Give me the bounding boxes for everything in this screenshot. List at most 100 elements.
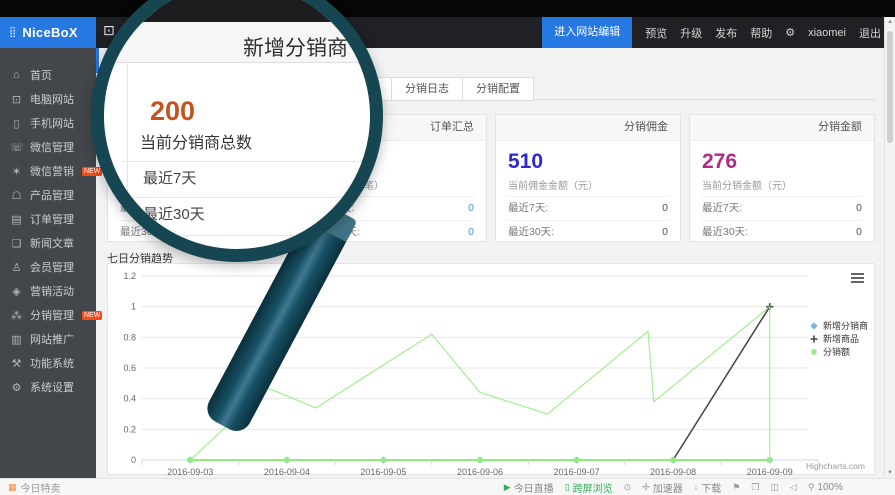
wechat-marketing-icon: ✶ <box>10 165 23 178</box>
screen: ⣿ NiceBoX ⊡ 进入网站编辑 预览升级发布帮助 ⚙ xiaomei 退出… <box>0 0 895 495</box>
sidebar-item-label: 系统设置 <box>30 379 74 395</box>
sidebar-item-10[interactable]: ⁂分销管理NEW <box>0 303 96 327</box>
bottom-tool-browser-icon[interactable]: ❐ <box>751 482 759 493</box>
sidebar-item-label: 订单管理 <box>30 211 74 227</box>
stat-card-row: 最近30天:0 <box>508 220 668 244</box>
stat-card-value: 276 <box>702 150 862 174</box>
bottom-tool-label: 加速器 <box>653 480 683 495</box>
chart-legend[interactable]: 新增分销商新增商品分销额 <box>810 320 868 357</box>
sidebar-item-label: 网站推广 <box>30 331 74 347</box>
svg-text:0.8: 0.8 <box>123 332 136 342</box>
settings-gear-icon[interactable]: ⚙ <box>785 26 795 39</box>
sidebar-item-label: 微信营销 <box>30 163 74 179</box>
today-sale-label: 今日特卖 <box>21 480 61 495</box>
sidebar-item-12[interactable]: ⚒功能系统 <box>0 351 96 375</box>
lens-divider <box>122 235 370 236</box>
sidebar-item-7[interactable]: ❏新闻文章 <box>0 231 96 255</box>
chart-menu-icon[interactable] <box>851 273 864 285</box>
function-icon: ⚒ <box>10 357 23 370</box>
row-label: 最近30天: <box>702 221 748 244</box>
scroll-down-icon[interactable]: ▼ <box>885 470 895 476</box>
bottom-tool-加速器[interactable]: ✢加速器 <box>642 480 683 495</box>
phone-icon: ▯ <box>565 482 570 493</box>
row-value: 0 <box>468 221 474 244</box>
download-icon: ↓ <box>694 482 699 492</box>
bottom-tool-mouse-icon[interactable]: ⊙ <box>624 482 632 493</box>
sidebar-item-2[interactable]: ▯ 手机网站 <box>0 111 96 135</box>
enter-site-editor-button[interactable]: 进入网站编辑 <box>542 17 632 48</box>
sidebar-item-label: 手机网站 <box>30 115 74 131</box>
zoom-icon: ⚲ <box>808 482 815 493</box>
scrollbar[interactable]: ▲ ▼ <box>884 17 895 478</box>
sidebar-item-9[interactable]: ◈营销活动 <box>0 279 96 303</box>
sidebar-item-1[interactable]: ⊡电脑网站 <box>0 87 96 111</box>
stat-card-number: 510当前佣金金额（元） <box>496 141 680 196</box>
sidebar-item-3[interactable]: ☏微信管理 <box>0 135 96 159</box>
sidebar-item-13[interactable]: ⚙系统设置 <box>0 375 96 399</box>
promotion-icon: ▥ <box>10 333 23 346</box>
svg-text:0.6: 0.6 <box>123 363 136 373</box>
bottom-tool-label: 跨屏浏览 <box>573 480 613 495</box>
svg-text:新增商品: 新增商品 <box>823 333 859 344</box>
tab-5[interactable]: 分销配置 <box>462 77 534 101</box>
lens-divider <box>122 197 370 198</box>
home-icon: ⌂ <box>10 69 23 81</box>
scroll-up-icon[interactable]: ▲ <box>885 19 895 25</box>
username[interactable]: xiaomei <box>808 27 846 39</box>
browser-bottom-bar: ▦ 今日特卖 ▶今日直播 ▯跨屏浏览 ⊙ ✢加速器 ↓下载 ⚑ ❐ ◫ ◁ ⚲100% <box>0 478 895 495</box>
stat-card-row: 最近30天:0 <box>702 220 862 244</box>
lens-card-title: 新增分销商 <box>243 32 348 62</box>
bottom-tool-window-icon[interactable]: ◫ <box>770 482 779 493</box>
accelerator-icon: ✢ <box>642 482 650 493</box>
appbar-link-3[interactable]: 帮助 <box>750 28 772 40</box>
svg-text:2016-09-04: 2016-09-04 <box>264 467 310 476</box>
product-icon: ☖ <box>10 189 23 202</box>
today-sale-item[interactable]: ▦ 今日特卖 <box>8 479 61 495</box>
appbar-link-1[interactable]: 升级 <box>680 28 702 40</box>
scrollbar-thumb[interactable] <box>887 31 893 143</box>
mobile-icon: ▯ <box>10 117 23 130</box>
bottom-tool-下载[interactable]: ↓下载 <box>694 480 722 495</box>
stat-card-title: 分销金额 <box>690 115 874 141</box>
appbar-link-2[interactable]: 发布 <box>715 28 737 40</box>
chart-mount: 00.20.40.60.811.22016-09-032016-09-04201… <box>108 264 874 481</box>
stat-card-number: 276 当前分销金额（元） <box>690 141 874 196</box>
bottom-tool-flag-icon[interactable]: ⚑ <box>732 482 740 493</box>
bottom-tool-今日直播[interactable]: ▶今日直播 <box>504 480 554 495</box>
svg-text:2016-09-05: 2016-09-05 <box>360 467 406 476</box>
svg-text:1.2: 1.2 <box>123 271 136 281</box>
app-logo[interactable]: ⣿ NiceBoX <box>0 17 96 48</box>
stat-card-label: 当前分销金额（元） <box>702 177 862 192</box>
apps-grid-icon: ⣿ <box>9 28 16 38</box>
lens-divider <box>122 161 370 162</box>
bottom-tool-label: 100% <box>817 482 843 493</box>
lens-card-value: 200 <box>150 96 195 127</box>
sidebar-item-label: 电脑网站 <box>30 91 74 107</box>
sidebar-item-8[interactable]: ♙会员管理 <box>0 255 96 279</box>
bottom-tool-跨屏浏览[interactable]: ▯跨屏浏览 <box>565 480 613 495</box>
sale-icon: ▦ <box>8 482 17 493</box>
sidebar-item-label: 营销活动 <box>30 283 74 299</box>
svg-text:2016-09-09: 2016-09-09 <box>747 467 793 476</box>
sidebar-item-6[interactable]: ▤订单管理 <box>0 207 96 231</box>
sidebar-item-4[interactable]: ✶微信营销NEW <box>0 159 96 183</box>
svg-text:2016-09-03: 2016-09-03 <box>167 467 213 476</box>
stat-card-value: 510 <box>508 150 668 174</box>
wechat-icon: ☏ <box>10 141 23 154</box>
tab-4[interactable]: 分销日志 <box>391 77 463 101</box>
bottom-tool-100%[interactable]: ⚲100% <box>808 482 843 493</box>
row-value: 0 <box>468 197 474 220</box>
highcharts-credit: Highcharts.com <box>806 461 865 471</box>
sidebar-item-11[interactable]: ▥ 网站推广 <box>0 327 96 351</box>
bottom-bar-tools: ▶今日直播 ▯跨屏浏览 ⊙ ✢加速器 ↓下载 ⚑ ❐ ◫ ◁ ⚲100% <box>504 479 843 495</box>
sidebar-item-label: 首页 <box>30 67 52 83</box>
stat-card-title: 分销佣金 <box>496 115 680 141</box>
svg-text:0.2: 0.2 <box>123 424 136 434</box>
logo-text: NiceBoX <box>22 25 78 40</box>
sidebar-item-0[interactable]: ⌂ 首页 <box>0 63 96 87</box>
bottom-tool-label: 下载 <box>701 480 721 495</box>
appbar-link-0[interactable]: 预览 <box>645 28 667 40</box>
sidebar-item-5[interactable]: ☖产品管理 <box>0 183 96 207</box>
logout-link[interactable]: 退出 <box>859 25 881 41</box>
bottom-tool-speaker-icon[interactable]: ◁ <box>790 482 797 493</box>
